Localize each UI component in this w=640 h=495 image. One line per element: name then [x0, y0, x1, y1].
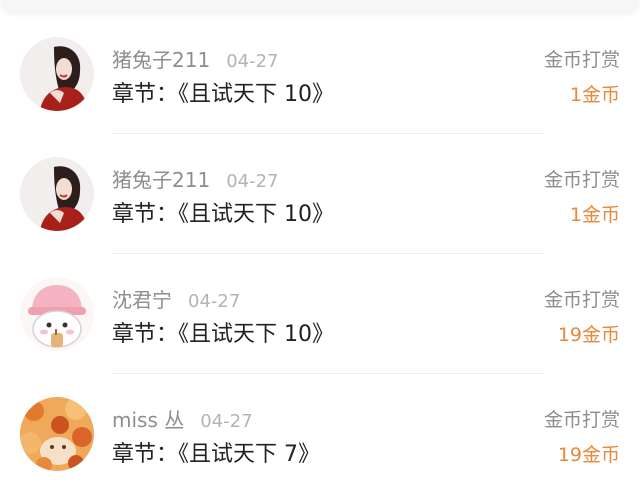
gift-record-list: 猪兔子211 04-27 章节：《且试天下 10》 金币打赏 1金币 猪兔子211…	[0, 14, 640, 494]
avatar[interactable]	[20, 157, 94, 231]
portrait-woman-red-avatar	[20, 37, 94, 111]
username-row: 猪兔子211 04-27	[112, 168, 279, 194]
top-bar	[0, 0, 640, 14]
gift-amount: 1金币	[569, 204, 620, 226]
username-row: 沈君宁 04-27	[112, 288, 240, 314]
list-item[interactable]: 猪兔子211 04-27 章节：《且试天下 10》 金币打赏 1金币	[0, 134, 640, 254]
gift-type-label: 金币打赏	[543, 409, 620, 431]
gift-date: 04-27	[188, 291, 241, 312]
autumn-leaves-avatar	[20, 397, 94, 471]
list-item[interactable]: 沈君宁 04-27 章节：《且试天下 10》 金币打赏 19金币	[0, 254, 640, 374]
cartoon-bunny-pink-hat-avatar	[20, 277, 94, 351]
chapter-title: 章节：《且试天下 7》	[112, 442, 320, 467]
username-row: 猪兔子211 04-27	[112, 48, 279, 74]
chapter-title: 章节：《且试天下 10》	[112, 82, 334, 107]
gift-type-label: 金币打赏	[543, 289, 620, 311]
gift-type-label: 金币打赏	[543, 169, 620, 191]
gift-date: 04-27	[226, 51, 279, 72]
username: 猪兔子211	[112, 48, 211, 72]
username: 猪兔子211	[112, 168, 211, 192]
username: miss 丛	[112, 408, 185, 432]
username-row: miss 丛 04-27	[112, 408, 253, 434]
gift-amount: 19金币	[557, 444, 620, 466]
username: 沈君宁	[112, 288, 172, 312]
portrait-woman-red-avatar	[20, 157, 94, 231]
gift-date: 04-27	[226, 171, 279, 192]
gift-amount: 1金币	[569, 84, 620, 106]
list-item[interactable]: miss 丛 04-27 章节：《且试天下 7》 金币打赏 19金币	[0, 374, 640, 494]
avatar[interactable]	[20, 397, 94, 471]
avatar[interactable]	[20, 277, 94, 351]
chapter-title: 章节：《且试天下 10》	[112, 202, 334, 227]
chapter-title: 章节：《且试天下 10》	[112, 322, 334, 347]
gift-date: 04-27	[200, 411, 253, 432]
gift-type-label: 金币打赏	[543, 49, 620, 71]
list-item[interactable]: 猪兔子211 04-27 章节：《且试天下 10》 金币打赏 1金币	[0, 14, 640, 134]
gift-amount: 19金币	[557, 324, 620, 346]
avatar[interactable]	[20, 37, 94, 111]
